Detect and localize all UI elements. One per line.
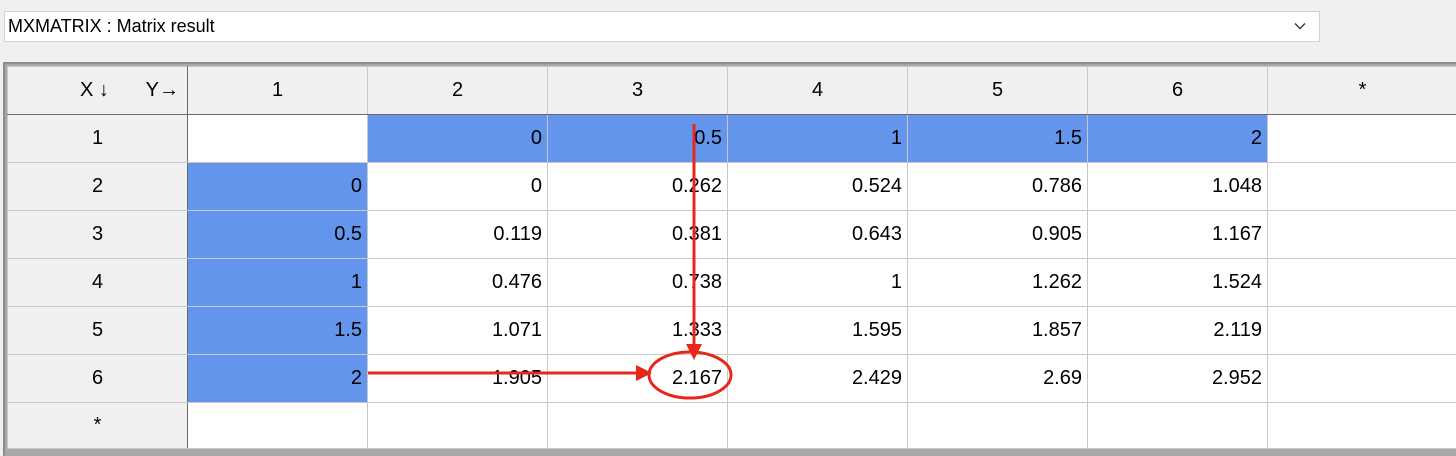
matrix-cell[interactable]: 0.119 (367, 210, 548, 259)
column-header-new[interactable]: * (1267, 66, 1456, 115)
row-header[interactable]: 6 (7, 354, 188, 403)
matrix-cell[interactable]: 1.5 (907, 114, 1088, 163)
matrix-cell[interactable]: 0.643 (727, 210, 908, 259)
y-axis-label: Y→ (145, 79, 179, 101)
matrix-cell[interactable] (1267, 210, 1456, 259)
matrix-cell[interactable]: 0.5 (187, 210, 368, 259)
x-axis-label: X ↓ (80, 79, 109, 101)
column-header-6[interactable]: 6 (1087, 66, 1268, 115)
matrix-cell[interactable]: 1.262 (907, 258, 1088, 307)
table-row: * (7, 402, 1456, 449)
matrix-table: X ↓ Y→ 1 2 3 4 5 6 * 1 0 0.5 1 1.5 2 2 0 0 0.262 0… (7, 66, 1456, 449)
column-header-2[interactable]: 2 (367, 66, 548, 115)
table-row: 6 2 1.905 2.167 2.429 2.69 2.952 (7, 354, 1456, 403)
matrix-cell[interactable] (1267, 354, 1456, 403)
matrix-cell[interactable]: 1.071 (367, 306, 548, 355)
matrix-cell[interactable]: 2.119 (1087, 306, 1268, 355)
matrix-cell[interactable]: 1.5 (187, 306, 368, 355)
matrix-cell[interactable] (1087, 402, 1268, 449)
table-row: 5 1.5 1.071 1.333 1.595 1.857 2.119 (7, 306, 1456, 355)
matrix-cell[interactable]: 0.5 (547, 114, 728, 163)
matrix-cell[interactable]: 2.952 (1087, 354, 1268, 403)
matrix-cell[interactable]: 0.738 (547, 258, 728, 307)
row-header[interactable]: 2 (7, 162, 188, 211)
row-header[interactable]: * (7, 402, 188, 449)
matrix-cell[interactable]: 1.333 (547, 306, 728, 355)
matrix-cell[interactable]: 1.595 (727, 306, 908, 355)
matrix-cell[interactable] (547, 402, 728, 449)
matrix-cell[interactable]: 1 (727, 258, 908, 307)
table-row: 1 0 0.5 1 1.5 2 (7, 114, 1456, 163)
matrix-cell[interactable]: 0.524 (727, 162, 908, 211)
matrix-cell[interactable] (1267, 114, 1456, 163)
corner-header[interactable]: X ↓ Y→ (7, 66, 188, 115)
result-dropdown[interactable]: MXMATRIX : Matrix result (4, 11, 1320, 42)
matrix-cell[interactable]: 1.048 (1087, 162, 1268, 211)
column-header-1[interactable]: 1 (187, 66, 368, 115)
table-row: 3 0.5 0.119 0.381 0.643 0.905 1.167 (7, 210, 1456, 259)
matrix-cell[interactable] (187, 402, 368, 449)
matrix-cell[interactable] (367, 402, 548, 449)
row-header[interactable]: 1 (7, 114, 188, 163)
matrix-cell[interactable]: 1 (727, 114, 908, 163)
column-header-5[interactable]: 5 (907, 66, 1088, 115)
column-header-row: X ↓ Y→ 1 2 3 4 5 6 * (7, 66, 1456, 115)
dropdown-selected-value: MXMATRIX : Matrix result (8, 16, 215, 36)
matrix-cell[interactable]: 0.262 (547, 162, 728, 211)
matrix-cell[interactable]: 2.167 (547, 354, 728, 403)
table-row: 2 0 0 0.262 0.524 0.786 1.048 (7, 162, 1456, 211)
matrix-cell[interactable]: 0.476 (367, 258, 548, 307)
row-header[interactable]: 3 (7, 210, 188, 259)
matrix-cell[interactable] (1267, 162, 1456, 211)
row-header[interactable]: 4 (7, 258, 188, 307)
matrix-cell[interactable]: 0.786 (907, 162, 1088, 211)
matrix-cell[interactable]: 1.167 (1087, 210, 1268, 259)
column-header-4[interactable]: 4 (727, 66, 908, 115)
matrix-cell[interactable]: 2.69 (907, 354, 1088, 403)
column-header-3[interactable]: 3 (547, 66, 728, 115)
matrix-cell[interactable] (1267, 306, 1456, 355)
row-header[interactable]: 5 (7, 306, 188, 355)
matrix-cell[interactable] (1267, 402, 1456, 449)
matrix-cell[interactable]: 1 (187, 258, 368, 307)
matrix-cell[interactable] (907, 402, 1088, 449)
matrix-cell[interactable]: 0.381 (547, 210, 728, 259)
chevron-down-icon[interactable] (1293, 19, 1307, 33)
matrix-cell[interactable] (1267, 258, 1456, 307)
matrix-cell[interactable]: 0 (187, 162, 368, 211)
matrix-grid[interactable]: X ↓ Y→ 1 2 3 4 5 6 * 1 0 0.5 1 1.5 2 2 0 0 0.262 0… (3, 62, 1456, 456)
matrix-cell[interactable]: 0 (367, 162, 548, 211)
matrix-cell[interactable]: 1.524 (1087, 258, 1268, 307)
matrix-cell[interactable]: 2.429 (727, 354, 908, 403)
matrix-cell[interactable] (187, 114, 368, 163)
matrix-cell[interactable]: 0.905 (907, 210, 1088, 259)
table-row: 4 1 0.476 0.738 1 1.262 1.524 (7, 258, 1456, 307)
matrix-cell[interactable]: 1.905 (367, 354, 548, 403)
matrix-cell[interactable]: 2 (187, 354, 368, 403)
matrix-cell[interactable]: 0 (367, 114, 548, 163)
matrix-cell[interactable]: 2 (1087, 114, 1268, 163)
matrix-cell[interactable]: 1.857 (907, 306, 1088, 355)
matrix-cell[interactable] (727, 402, 908, 449)
